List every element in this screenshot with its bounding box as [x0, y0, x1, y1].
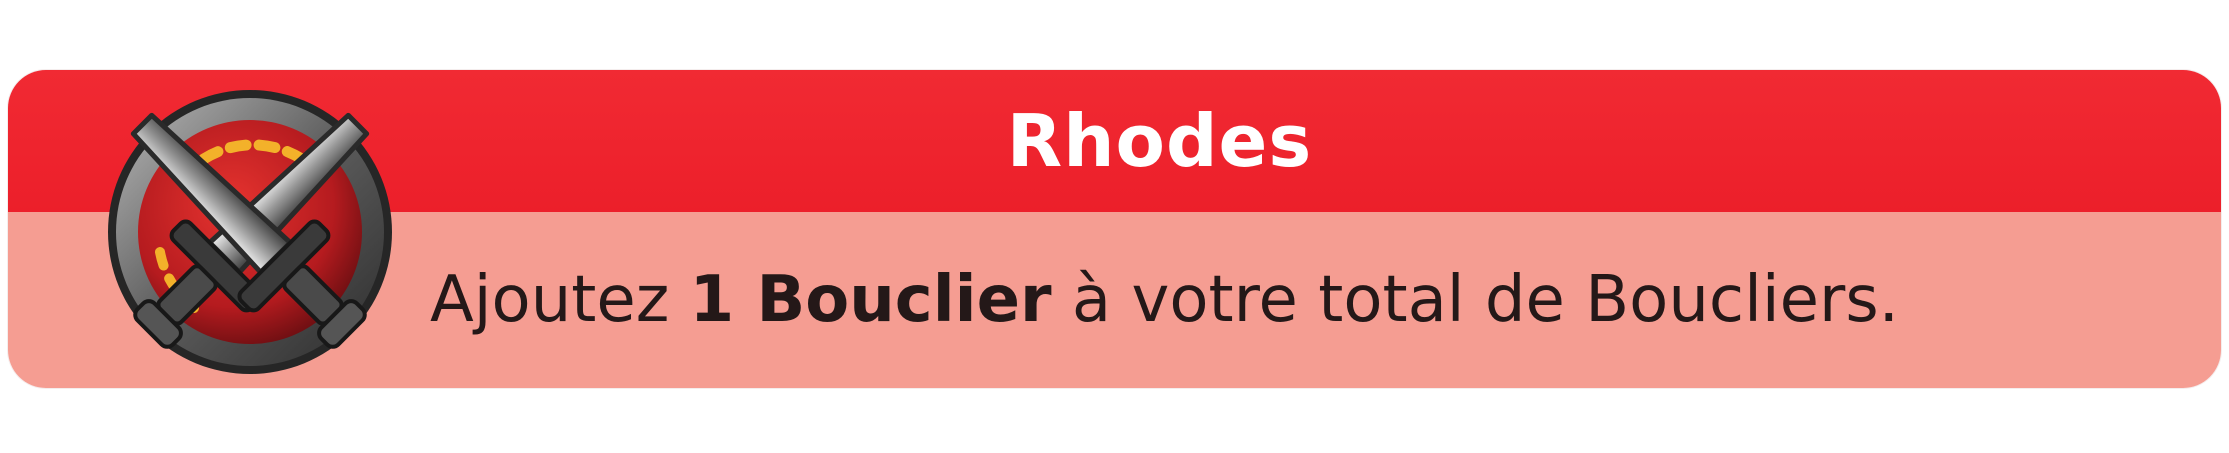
crossed-swords-icon-graphic — [108, 90, 392, 374]
effect-text-end: à votre total de Boucliers. — [1051, 263, 1900, 337]
effect-highlight: 1 Bouclier — [689, 263, 1052, 337]
crossed-swords-icon — [90, 72, 410, 392]
effect-text-start: Ajoutez — [429, 263, 690, 337]
